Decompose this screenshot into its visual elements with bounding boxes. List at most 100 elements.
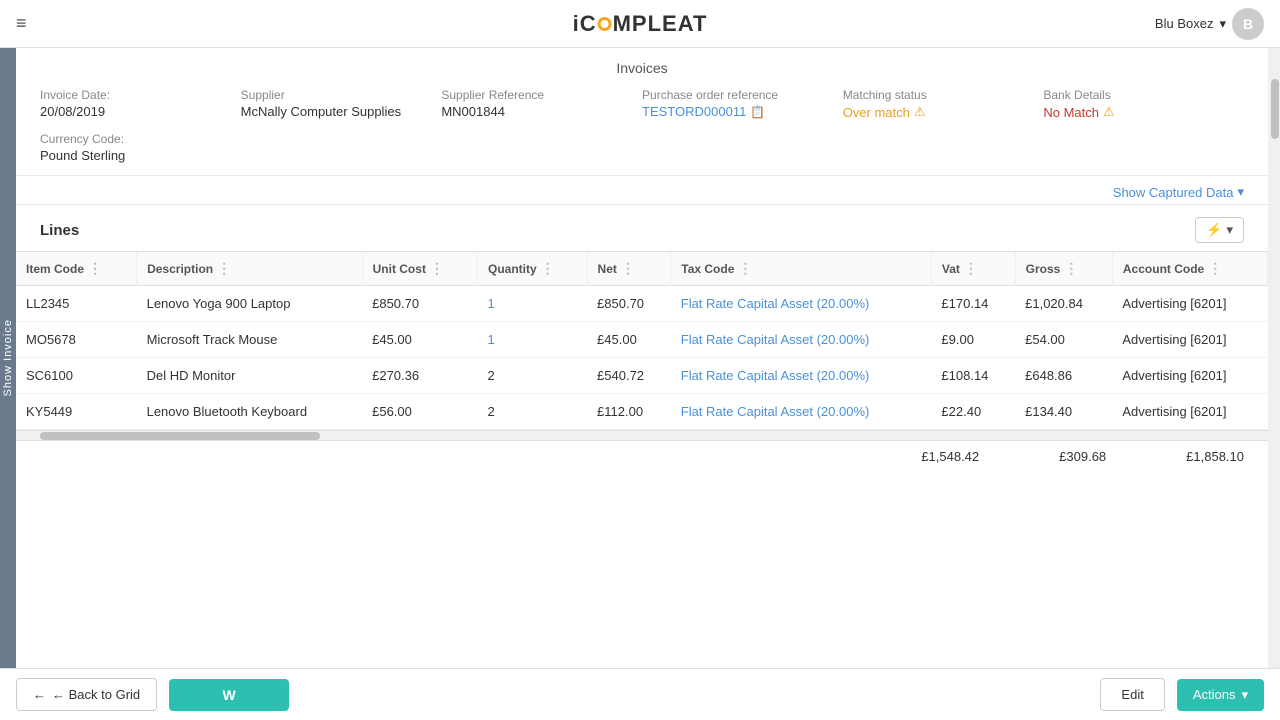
col-account-code-menu[interactable]: ⋮ — [1208, 260, 1222, 277]
cell-unit-cost: £45.00 — [362, 322, 477, 358]
bank-label: Bank Details — [1043, 88, 1228, 102]
currency-row: Currency Code: Pound Sterling — [40, 132, 1244, 163]
user-name: Blu Boxez — [1155, 16, 1214, 31]
table-header-row: Item Code ⋮ Description ⋮ — [16, 252, 1268, 286]
cell-account-code: Advertising [6201] — [1112, 286, 1267, 322]
back-label: ← Back to Grid — [52, 687, 140, 702]
invoice-area: Invoices Invoice Date: 20/08/2019 Suppli… — [16, 48, 1268, 668]
col-tax-code: Tax Code ⋮ — [671, 252, 932, 286]
show-captured-label: Show Captured Data — [1113, 185, 1234, 200]
w-button[interactable]: W — [169, 679, 289, 711]
totals-bar: £1,548.42 £309.68 £1,858.10 — [16, 440, 1268, 472]
col-description: Description ⋮ — [137, 252, 363, 286]
cell-item-code: SC6100 — [16, 358, 137, 394]
col-net-menu[interactable]: ⋮ — [621, 260, 635, 277]
copy-icon[interactable]: 📋 — [750, 105, 765, 119]
back-to-grid-button[interactable]: ← ← Back to Grid — [16, 678, 157, 711]
lines-header: Lines ⚡ ▾ — [16, 205, 1268, 251]
col-description-menu[interactable]: ⋮ — [217, 260, 231, 277]
cell-item-code: KY5449 — [16, 394, 137, 430]
meta-currency: Currency Code: Pound Sterling — [40, 132, 1244, 163]
top-nav: ≡ iCMPLEAT Blu Boxez ▾ B — [0, 0, 1280, 48]
meta-po-ref: Purchase order reference TESTORD000011 📋 — [642, 88, 843, 119]
cell-account-code: Advertising [6201] — [1112, 322, 1267, 358]
po-ref-value: TESTORD000011 📋 — [642, 104, 827, 119]
vertical-scrollbar[interactable] — [1268, 48, 1280, 668]
total-vat: £309.68 — [1059, 449, 1106, 464]
supplier-label: Supplier — [241, 88, 426, 102]
cell-vat: £170.14 — [931, 286, 1015, 322]
meta-matching: Matching status Over match ⚠ — [843, 88, 1044, 120]
show-captured-chevron: ▾ — [1237, 184, 1244, 200]
cell-tax-code[interactable]: Flat Rate Capital Asset (20.00%) — [671, 394, 932, 430]
cell-tax-code[interactable]: Flat Rate Capital Asset (20.00%) — [671, 322, 932, 358]
cell-quantity[interactable]: 1 — [477, 286, 587, 322]
warning-icon: ⚠ — [914, 104, 926, 120]
col-vat-menu[interactable]: ⋮ — [964, 260, 978, 277]
lines-action-icon: ⚡ — [1206, 222, 1222, 238]
col-tax-code-menu[interactable]: ⋮ — [738, 260, 752, 277]
col-quantity-menu[interactable]: ⋮ — [541, 260, 555, 277]
bottom-bar: ← ← Back to Grid W Edit Actions ▾ — [0, 668, 1280, 720]
lines-action-chevron: ▾ — [1226, 222, 1233, 238]
cell-net: £112.00 — [587, 394, 671, 430]
cell-gross: £648.86 — [1015, 358, 1112, 394]
supplier-ref-label: Supplier Reference — [441, 88, 626, 102]
col-gross-menu[interactable]: ⋮ — [1064, 260, 1078, 277]
cell-description: Lenovo Yoga 900 Laptop — [137, 286, 363, 322]
cell-quantity[interactable]: 1 — [477, 322, 587, 358]
table-row: MO5678 Microsoft Track Mouse £45.00 1 £4… — [16, 322, 1268, 358]
show-captured-link[interactable]: Show Captured Data ▾ — [1113, 184, 1244, 200]
cell-net: £45.00 — [587, 322, 671, 358]
po-ref-label: Purchase order reference — [642, 88, 827, 102]
actions-label: Actions — [1193, 687, 1236, 702]
col-gross: Gross ⋮ — [1015, 252, 1112, 286]
col-unit-cost-menu[interactable]: ⋮ — [430, 260, 444, 277]
vertical-scrollbar-thumb[interactable] — [1271, 79, 1279, 139]
col-quantity: Quantity ⋮ — [477, 252, 587, 286]
cell-tax-code[interactable]: Flat Rate Capital Asset (20.00%) — [671, 358, 932, 394]
supplier-ref-value: MN001844 — [441, 104, 626, 119]
actions-chevron-icon: ▾ — [1241, 687, 1248, 703]
cell-description: Lenovo Bluetooth Keyboard — [137, 394, 363, 430]
cell-unit-cost: £270.36 — [362, 358, 477, 394]
cell-net: £540.72 — [587, 358, 671, 394]
horizontal-scrollbar[interactable] — [16, 430, 1268, 440]
lines-table: Item Code ⋮ Description ⋮ — [16, 252, 1268, 430]
cell-vat: £22.40 — [931, 394, 1015, 430]
bank-value: No Match ⚠ — [1043, 104, 1228, 120]
side-label-panel[interactable]: Show Invoice — [0, 48, 16, 668]
cell-vat: £108.14 — [931, 358, 1015, 394]
invoice-breadcrumb: Invoices — [40, 60, 1244, 76]
user-menu[interactable]: Blu Boxez ▾ B — [1155, 8, 1264, 40]
matching-value: Over match ⚠ — [843, 104, 1028, 120]
currency-label: Currency Code: — [40, 132, 1228, 146]
lines-section: Lines ⚡ ▾ Item Code ⋮ — [16, 205, 1268, 472]
col-item-code-menu[interactable]: ⋮ — [88, 260, 102, 277]
meta-invoice-date: Invoice Date: 20/08/2019 — [40, 88, 241, 119]
lines-action-button[interactable]: ⚡ ▾ — [1195, 217, 1244, 243]
nav-right: Blu Boxez ▾ B — [1155, 8, 1264, 40]
cell-account-code: Advertising [6201] — [1112, 394, 1267, 430]
meta-supplier-ref: Supplier Reference MN001844 — [441, 88, 642, 119]
lines-title: Lines — [40, 222, 79, 239]
actions-button[interactable]: Actions ▾ — [1177, 679, 1264, 711]
main-content: Show Invoice Invoices Invoice Date: 20/0… — [0, 48, 1280, 668]
bank-warning-icon: ⚠ — [1103, 104, 1115, 120]
total-gross-value: £1,858.10 — [1186, 449, 1244, 464]
currency-value: Pound Sterling — [40, 148, 1228, 163]
brand-logo: iCMPLEAT — [573, 11, 708, 37]
back-arrow-icon: ← — [33, 687, 46, 702]
col-item-code: Item Code ⋮ — [16, 252, 137, 286]
col-unit-cost: Unit Cost ⋮ — [362, 252, 477, 286]
horizontal-scrollbar-thumb[interactable] — [40, 432, 320, 440]
user-dropdown-icon: ▾ — [1219, 16, 1226, 32]
meta-supplier: Supplier McNally Computer Supplies — [241, 88, 442, 119]
cell-unit-cost: £56.00 — [362, 394, 477, 430]
cell-tax-code[interactable]: Flat Rate Capital Asset (20.00%) — [671, 286, 932, 322]
menu-icon[interactable]: ≡ — [16, 13, 27, 34]
side-label-text: Show Invoice — [2, 319, 14, 396]
edit-button[interactable]: Edit — [1100, 678, 1164, 711]
matching-label: Matching status — [843, 88, 1028, 102]
total-net: £1,548.42 — [921, 449, 979, 464]
